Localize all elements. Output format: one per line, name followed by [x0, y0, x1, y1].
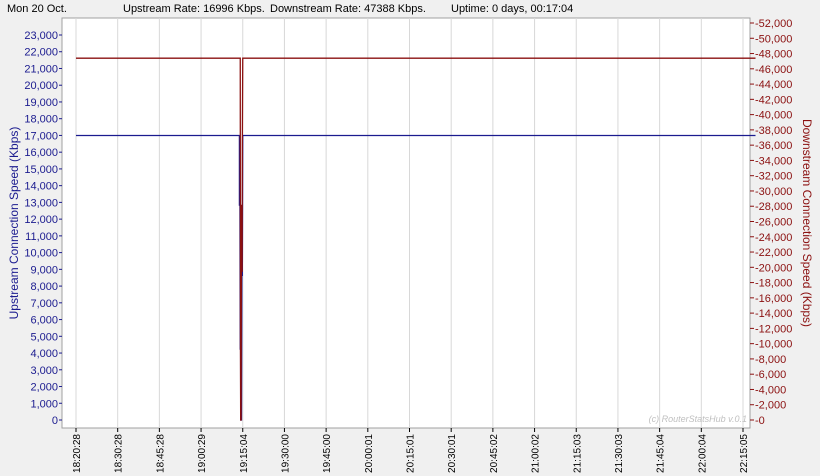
y-left-tick-label: 2,000	[30, 382, 58, 394]
y-left-tick-label: 1,000	[30, 398, 58, 410]
y-left-tick-label: 20,000	[24, 80, 58, 92]
y-left-tick-label: 3,000	[30, 365, 58, 377]
y-right-tick-label: -4,000	[755, 384, 786, 396]
y-left-tick-label: 4,000	[30, 348, 58, 360]
y-left-tick-label: 15,000	[24, 164, 58, 176]
y-left-tick-label: 0	[52, 415, 58, 427]
x-tick-label: 21:15:03	[572, 434, 583, 473]
x-tick-label: 20:30:01	[447, 434, 458, 473]
y-left-tick-label: 13,000	[24, 197, 58, 209]
y-left-tick-label: 14,000	[24, 181, 58, 193]
y-right-tick-label: -16,000	[755, 293, 792, 305]
y-right-axis-label: Downstream Connection Speed (Kbps)	[800, 119, 814, 327]
y-left-axis-label: Upstream Connection Speed (Kbps)	[7, 127, 21, 320]
y-right-tick-label: -22,000	[755, 247, 792, 259]
y-right-tick-label: -2,000	[755, 400, 786, 412]
y-left-tick-label: 10,000	[24, 248, 58, 260]
y-left-tick-label: 5,000	[30, 331, 58, 343]
x-tick-label: 20:00:01	[364, 434, 375, 473]
y-right-tick-label: -26,000	[755, 217, 792, 229]
x-tick-label: 21:30:03	[614, 434, 625, 473]
y-right-tick-label: -38,000	[755, 125, 792, 137]
y-left-tick-label: 7,000	[30, 298, 58, 310]
y-left-tick-label: 17,000	[24, 130, 58, 142]
x-tick-label: 19:45:00	[322, 434, 333, 473]
y-left-tick-label: 9,000	[30, 264, 58, 276]
x-tick-label: 21:45:04	[656, 434, 667, 473]
y-left-tick-label: 11,000	[25, 231, 58, 243]
x-tick-label: 22:00:04	[697, 434, 708, 473]
y-right-tick-label: -52,000	[755, 18, 792, 30]
y-right-tick-label: -24,000	[755, 232, 792, 244]
y-right-tick-label: -30,000	[755, 186, 792, 198]
watermark: (c) RouterStatsHub v.0.1	[649, 414, 747, 424]
x-tick-label: 20:45:02	[489, 434, 500, 473]
x-tick-label: 18:45:28	[155, 434, 166, 473]
y-left-tick-label: 22,000	[24, 47, 58, 59]
x-tick-label: 18:30:28	[114, 434, 125, 473]
y-right-tick-label: -8,000	[755, 354, 786, 366]
y-right-tick-label: -10,000	[755, 339, 792, 351]
x-tick-label: 19:15:04	[239, 434, 250, 473]
x-tick-label: 20:15:01	[406, 434, 417, 473]
x-tick-label: 22:15:05	[739, 434, 750, 473]
y-left-tick-label: 23,000	[24, 30, 58, 42]
y-right-tick-label: -44,000	[755, 79, 792, 91]
x-tick-label: 19:30:00	[280, 434, 291, 473]
y-left-tick-label: 12,000	[24, 214, 58, 226]
y-left-tick-label: 6,000	[30, 315, 58, 327]
y-left-tick-label: 18,000	[24, 114, 58, 126]
y-left-tick-label: 19,000	[24, 97, 58, 109]
y-right-tick-label: -14,000	[755, 308, 792, 320]
y-right-tick-label: -32,000	[755, 171, 792, 183]
y-right-tick-label: -20,000	[755, 262, 792, 274]
x-tick-label: 21:00:02	[531, 434, 542, 473]
y-right-tick-label: -50,000	[755, 33, 792, 45]
plot-area	[61, 17, 751, 429]
y-left-tick-label: 16,000	[24, 147, 58, 159]
y-right-tick-label: -42,000	[755, 94, 792, 106]
y-left-tick-label: 21,000	[24, 63, 58, 75]
y-right-tick-label: -18,000	[755, 278, 792, 290]
router-stats-window: Mon 20 Oct. Upstream Rate: 16996 Kbps. D…	[0, 0, 820, 476]
y-right-tick-label: -36,000	[755, 140, 792, 152]
y-right-tick-label: -0	[755, 415, 765, 427]
x-tick-label: 18:20:28	[72, 434, 83, 473]
y-right-tick-label: -48,000	[755, 49, 792, 61]
x-tick-label: 19:00:29	[197, 434, 208, 473]
y-right-tick-label: -34,000	[755, 155, 792, 167]
y-right-tick-label: -46,000	[755, 64, 792, 76]
y-right-tick-label: -6,000	[755, 369, 786, 381]
speed-chart: 18:20:28 18:30:28 18:45:28 19:00:29 19:15:04…	[7, 17, 814, 473]
y-right-tick-label: -40,000	[755, 110, 792, 122]
y-right-tick-label: -12,000	[755, 323, 792, 335]
y-right-tick-label: -28,000	[755, 201, 792, 213]
y-left-tick-label: 8,000	[30, 281, 58, 293]
